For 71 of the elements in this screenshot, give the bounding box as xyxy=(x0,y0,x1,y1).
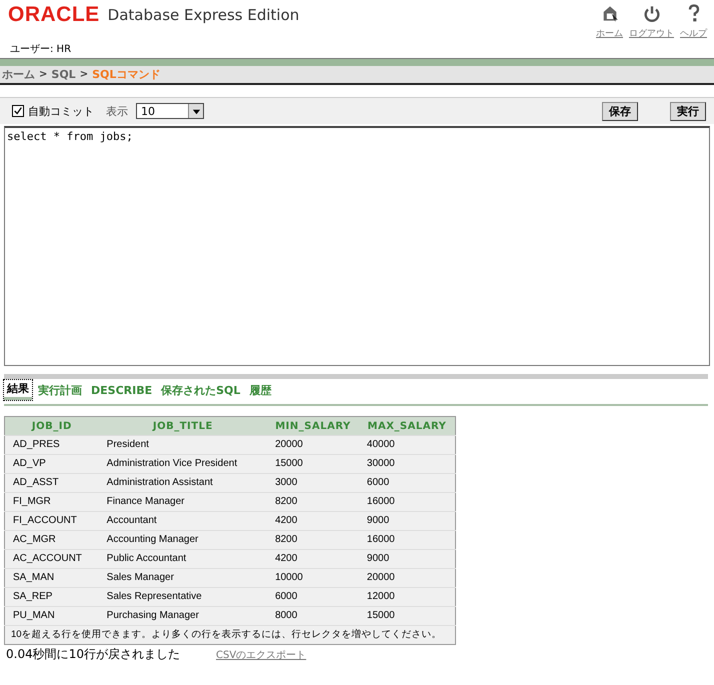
breadcrumb-separator: > xyxy=(80,69,88,80)
header-link[interactable]: ヘルプ xyxy=(680,4,707,40)
column-header: JOB_ID xyxy=(4,416,99,436)
table-cell: 4200 xyxy=(267,512,359,530)
table-cell: 3000 xyxy=(267,474,359,492)
result-tab[interactable]: 履歴 xyxy=(246,380,274,400)
table-cell: 30000 xyxy=(358,454,456,474)
table-cell: AD_VP xyxy=(4,454,99,474)
table-cell: Accounting Manager xyxy=(98,530,268,550)
checkbox-label: 自動コミット xyxy=(28,104,94,118)
column-header: MAX_SALARY xyxy=(358,416,456,436)
display-select[interactable]: 10 xyxy=(136,103,204,119)
table-cell: PU_MAN xyxy=(4,606,99,626)
power-icon xyxy=(642,4,662,23)
table-cell: 10000 xyxy=(267,568,359,588)
table-cell: 16000 xyxy=(358,530,456,550)
user-label: ユーザー: HR xyxy=(9,43,72,57)
table-cell: 8200 xyxy=(267,492,359,512)
table-cell: 6000 xyxy=(358,474,456,492)
table-cell: Sales Manager xyxy=(98,568,268,588)
column-header: MIN_SALARY xyxy=(267,416,359,436)
status-message: 0.04秒間に10行が戻されました xyxy=(6,646,180,663)
table-cell: 15000 xyxy=(267,454,359,474)
table-cell: 6000 xyxy=(267,588,359,606)
product-name: Database Express Edition xyxy=(108,6,300,24)
table-cell: Finance Manager xyxy=(98,492,268,512)
breadcrumb-link[interactable]: SQL xyxy=(51,68,76,81)
column-header: JOB_TITLE xyxy=(98,416,268,436)
dropdown-icon xyxy=(192,106,200,116)
sql-editor[interactable]: select * from jobs; xyxy=(4,126,710,366)
table-cell: 16000 xyxy=(358,492,456,512)
table-cell: 20000 xyxy=(358,568,456,588)
table-cell: Public Accountant xyxy=(98,550,268,568)
table-cell: Purchasing Manager xyxy=(98,606,268,626)
table-cell: AC_ACCOUNT xyxy=(4,550,99,568)
header-link[interactable]: ホーム xyxy=(596,4,623,40)
table-cell: 9000 xyxy=(358,550,456,568)
result-tab[interactable]: 実行計画 xyxy=(35,380,85,400)
breadcrumb-link[interactable]: ホーム xyxy=(2,67,35,82)
toolbar-button[interactable]: 保存 xyxy=(602,102,638,120)
table-cell: 4200 xyxy=(267,550,359,568)
result-tab[interactable]: 結果 xyxy=(4,380,32,400)
table-cell: SA_MAN xyxy=(4,568,99,588)
header-link[interactable]: ログアウト xyxy=(629,4,674,40)
table-cell: 15000 xyxy=(358,606,456,626)
toolbar-button[interactable]: 実行 xyxy=(670,102,706,120)
table-cell: President xyxy=(98,436,268,454)
table-cell: AD_ASST xyxy=(4,474,99,492)
autocommit-checkbox[interactable] xyxy=(12,105,24,117)
result-tab[interactable]: 保存されたSQL xyxy=(158,380,244,400)
breadcrumb-separator: > xyxy=(39,69,48,80)
table-cell: AC_MGR xyxy=(4,530,99,550)
table-cell: Sales Representative xyxy=(98,588,268,606)
table-cell: Administration Vice President xyxy=(98,454,268,474)
export-link[interactable]: CSVのエクスポート xyxy=(216,648,306,662)
table-cell: FI_MGR xyxy=(4,492,99,512)
table-cell: Accountant xyxy=(98,512,268,530)
result-tab[interactable]: DESCRIBE xyxy=(88,380,156,400)
display-label: 表示 xyxy=(106,104,128,118)
table-cell: 8000 xyxy=(267,606,359,626)
table-cell: 20000 xyxy=(267,436,359,454)
table-note: 10を超える行を使用できます。より多くの行を表示するには、行セレクタを増やしてください。 xyxy=(4,626,456,644)
table-cell: 12000 xyxy=(358,588,456,606)
table-cell: SA_REP xyxy=(4,588,99,606)
table-cell: AD_PRES xyxy=(4,436,99,454)
table-cell: 40000 xyxy=(358,436,456,454)
oracle-logo: ORACLE xyxy=(8,3,100,27)
table-cell: 8200 xyxy=(267,530,359,550)
table-cell: 9000 xyxy=(358,512,456,530)
table-cell: FI_ACCOUNT xyxy=(4,512,99,530)
table-cell: Administration Assistant xyxy=(98,474,268,492)
